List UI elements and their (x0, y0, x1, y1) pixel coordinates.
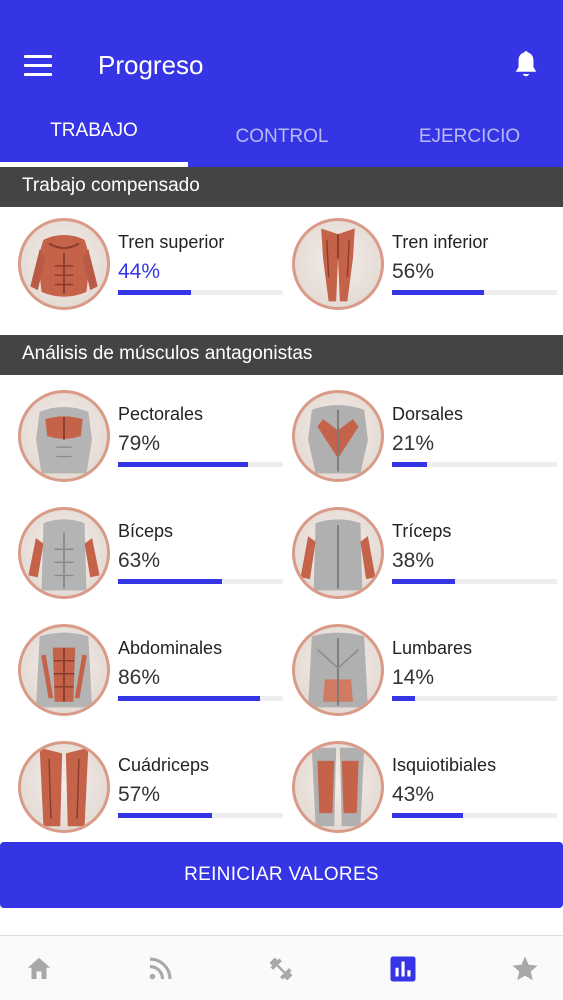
progress-track (392, 462, 557, 467)
back-muscle-image (292, 390, 384, 482)
progress-fill (118, 696, 260, 701)
home-icon[interactable] (24, 954, 54, 984)
progress-fill (392, 579, 455, 584)
upper-body-muscle-image (18, 218, 110, 310)
stat-label: Abdominales (118, 638, 223, 658)
progress-fill (118, 813, 213, 818)
stat-tren-superior[interactable]: Tren superior 44% (18, 218, 298, 318)
stat-isquiotibiales[interactable]: Isquiotibiales 43% (292, 741, 563, 841)
stat-value: 44% (118, 260, 161, 283)
stat-label: Tríceps (392, 521, 452, 541)
hamstrings-muscle-image (292, 741, 384, 833)
stat-value: 63% (118, 549, 161, 572)
stat-value: 21% (392, 432, 435, 455)
stat-label: Lumbares (392, 638, 473, 658)
progress-screen: Progreso TRABAJO CONTROL EJERCICIO Traba… (0, 0, 563, 1000)
progress-track (118, 579, 283, 584)
feed-icon[interactable] (145, 954, 175, 984)
stat-triceps[interactable]: Tríceps 38% (292, 507, 563, 607)
lower-body-muscle-image (292, 218, 384, 310)
abs-muscle-image (18, 624, 110, 716)
stat-label: Isquiotibiales (392, 755, 497, 775)
progress-fill (118, 579, 222, 584)
stat-value: 38% (392, 549, 435, 572)
stat-abdominales[interactable]: Abdominales 86% (18, 624, 298, 724)
progress-track (118, 813, 283, 818)
stat-cuadriceps[interactable]: Cuádriceps 57% (18, 741, 298, 841)
stat-value: 56% (392, 260, 435, 283)
progress-track (118, 290, 283, 295)
stat-lumbares[interactable]: Lumbares 14% (292, 624, 563, 724)
stat-value: 79% (118, 432, 161, 455)
progress-fill (118, 462, 249, 467)
page-title: Progreso (98, 50, 204, 80)
notification-bell-icon[interactable] (512, 50, 540, 82)
stat-label: Cuádriceps (118, 755, 210, 775)
stat-value: 43% (392, 783, 435, 806)
stat-dorsales[interactable]: Dorsales 21% (292, 390, 563, 490)
stats-icon[interactable] (388, 954, 418, 984)
reset-values-button[interactable]: REINICIAR VALORES (0, 842, 563, 908)
progress-fill (392, 462, 427, 467)
section-antagonistas: Análisis de músculos antagonistas (0, 335, 563, 375)
progress-fill (392, 696, 416, 701)
progress-track (118, 462, 283, 467)
stat-value: 86% (118, 666, 161, 689)
progress-track (118, 696, 283, 701)
stat-tren-inferior[interactable]: Tren inferior 56% (292, 218, 563, 318)
progress-fill (118, 290, 191, 295)
stat-label: Tren superior (118, 232, 225, 252)
progress-fill (392, 813, 463, 818)
stat-biceps[interactable]: Bíceps 63% (18, 507, 298, 607)
section-trabajo-compensado: Trabajo compensado (0, 167, 563, 207)
tab-trabajo[interactable]: TRABAJO (0, 120, 188, 168)
progress-track (392, 579, 557, 584)
stat-label: Pectorales (118, 404, 204, 424)
app-bar: Progreso TRABAJO CONTROL EJERCICIO (0, 0, 563, 170)
favorites-icon[interactable] (510, 954, 540, 984)
stat-label: Tren inferior (392, 232, 489, 252)
progress-fill (392, 290, 485, 295)
progress-track (392, 696, 557, 701)
stat-label: Dorsales (392, 404, 464, 424)
stat-value: 14% (392, 666, 435, 689)
quadriceps-muscle-image (18, 741, 110, 833)
stat-pectorales[interactable]: Pectorales 79% (18, 390, 298, 490)
lower-back-muscle-image (292, 624, 384, 716)
bottom-navigation (0, 935, 563, 1000)
exercise-icon[interactable] (266, 954, 296, 984)
biceps-muscle-image (18, 507, 110, 599)
menu-icon[interactable] (24, 55, 52, 79)
progress-track (392, 813, 557, 818)
triceps-muscle-image (292, 507, 384, 599)
progress-track (392, 290, 557, 295)
stat-label: Bíceps (118, 521, 174, 541)
stat-value: 57% (118, 783, 161, 806)
chest-muscle-image (18, 390, 110, 482)
